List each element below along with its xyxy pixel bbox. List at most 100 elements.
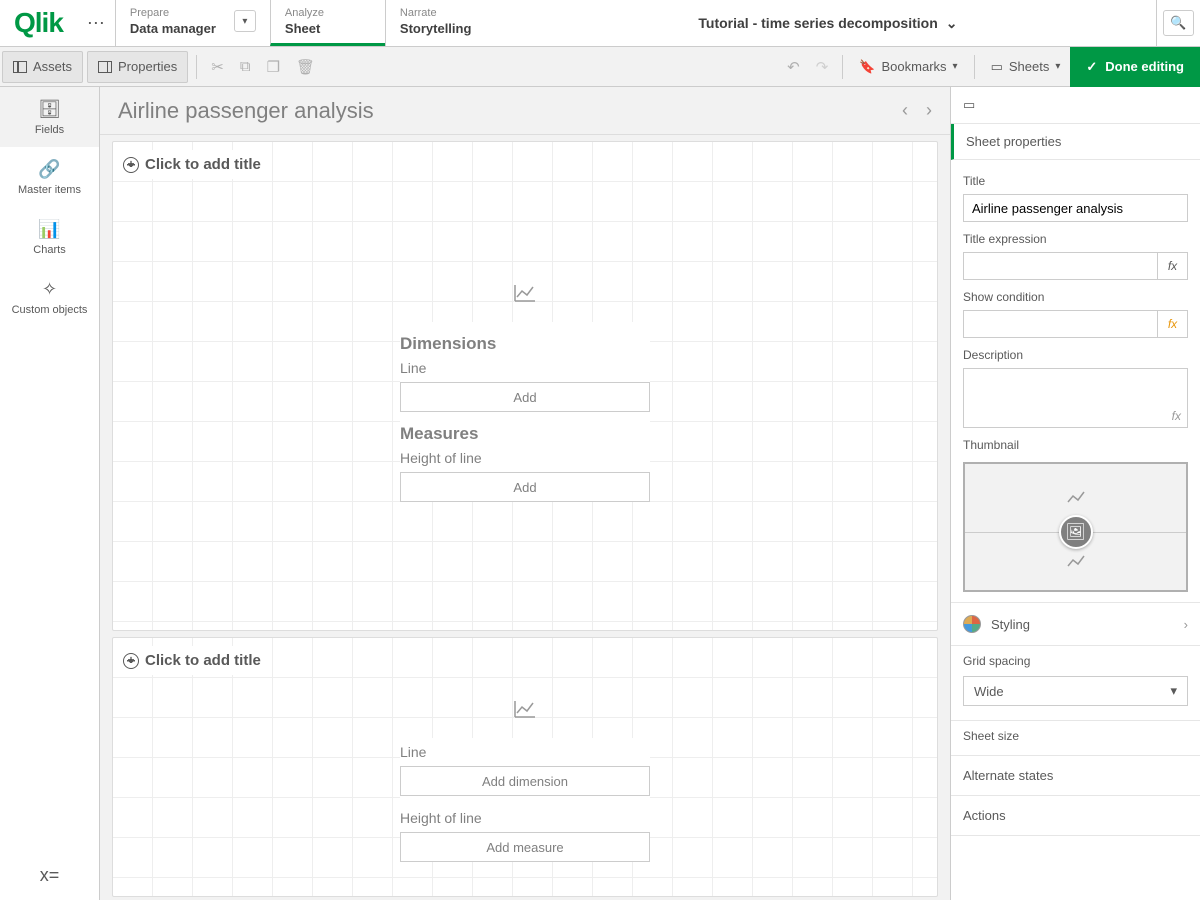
tab-narrate[interactable]: Narrate Storytelling bbox=[385, 0, 500, 46]
bookmarks-button[interactable]: 🔖 Bookmarks ▾ bbox=[849, 48, 967, 86]
title-expression-label: Title expression bbox=[963, 232, 1188, 246]
title-input[interactable] bbox=[963, 194, 1188, 222]
add-dimension-button-1[interactable]: Add bbox=[400, 382, 650, 412]
bookmark-icon: 🔖 bbox=[859, 59, 875, 75]
tab-narrate-big: Storytelling bbox=[400, 21, 472, 36]
variables-icon[interactable]: x= bbox=[0, 865, 99, 900]
tab-analyze-big: Sheet bbox=[285, 21, 324, 36]
bookmarks-label: Bookmarks bbox=[882, 59, 947, 74]
sidebar-item-charts[interactable]: 📊 Charts bbox=[0, 207, 99, 267]
styling-label: Styling bbox=[991, 617, 1030, 632]
sheet-size-label: Sheet size bbox=[951, 721, 1200, 745]
sidebar-item-master[interactable]: 🔗 Master items bbox=[0, 147, 99, 207]
title-expression-input[interactable] bbox=[963, 252, 1158, 280]
separator bbox=[974, 55, 975, 79]
dimensions-heading: Dimensions bbox=[400, 334, 650, 354]
actions-accordion[interactable]: Actions bbox=[951, 796, 1200, 836]
separator bbox=[196, 55, 197, 79]
copy-icon[interactable]: ⧉ bbox=[232, 58, 259, 75]
panel-right-icon bbox=[98, 61, 112, 73]
tab-analyze-small: Analyze bbox=[285, 7, 324, 19]
palette-icon bbox=[963, 615, 981, 633]
sheet-properties-header: Sheet properties bbox=[951, 124, 1200, 160]
panel-left-icon bbox=[13, 61, 27, 73]
sheets-button[interactable]: ▭Sheets▾ bbox=[981, 48, 1071, 86]
app-title-chevron-icon: ⌄ bbox=[946, 15, 958, 32]
done-editing-button[interactable]: Done editing bbox=[1070, 47, 1200, 87]
sheet-icon: ▭ bbox=[991, 59, 1003, 75]
add-title-label-2: Click to add title bbox=[145, 652, 261, 669]
fx-button[interactable]: fx bbox=[1158, 310, 1188, 338]
tab-prepare[interactable]: Prepare Data manager ▾ bbox=[115, 0, 270, 46]
add-title-1[interactable]: Click to add title bbox=[113, 150, 271, 179]
fields-label: Fields bbox=[35, 124, 64, 136]
app-title-text: Tutorial - time series decomposition bbox=[698, 15, 937, 31]
line-chart-icon bbox=[1064, 552, 1088, 572]
prev-sheet-icon[interactable]: ‹ bbox=[902, 100, 908, 121]
add-title-label: Click to add title bbox=[145, 156, 261, 173]
more-menu-icon[interactable]: ⋯ bbox=[77, 0, 115, 46]
grid-spacing-value: Wide bbox=[974, 684, 1004, 699]
bar-chart-icon: 📊 bbox=[0, 219, 99, 240]
sheet-icon: ▭ bbox=[951, 87, 1200, 124]
add-measure-button-1[interactable]: Add bbox=[400, 472, 650, 502]
next-sheet-icon[interactable]: › bbox=[926, 100, 932, 121]
database-icon: 🗄 bbox=[0, 99, 99, 120]
description-label: Description bbox=[963, 348, 1188, 362]
alternate-states-accordion[interactable]: Alternate states bbox=[951, 756, 1200, 796]
prepare-dropdown-icon[interactable]: ▾ bbox=[234, 10, 256, 32]
separator bbox=[842, 55, 843, 79]
grid-spacing-select[interactable]: Wide ▾ bbox=[963, 676, 1188, 706]
assets-label: Assets bbox=[33, 59, 72, 74]
assets-button[interactable]: Assets bbox=[2, 51, 83, 83]
grid-spacing-label: Grid spacing bbox=[951, 646, 1200, 670]
fx-icon[interactable]: fx bbox=[1172, 409, 1181, 423]
tab-prepare-big: Data manager bbox=[130, 21, 216, 36]
link-icon: 🔗 bbox=[0, 159, 99, 180]
show-condition-input[interactable] bbox=[963, 310, 1158, 338]
sidebar-item-fields[interactable]: 🗄 Fields bbox=[0, 87, 99, 147]
chevron-down-icon: ▾ bbox=[953, 61, 958, 72]
change-thumbnail-button[interactable]: 🖼 bbox=[1059, 515, 1093, 549]
line-chart-icon bbox=[513, 695, 537, 726]
dimension-label-2: Line bbox=[400, 744, 650, 760]
undo-icon[interactable]: ↶ bbox=[779, 58, 808, 76]
actions-label: Actions bbox=[963, 808, 1006, 823]
properties-label: Properties bbox=[118, 59, 177, 74]
custom-label: Custom objects bbox=[12, 304, 88, 316]
alt-states-label: Alternate states bbox=[963, 768, 1053, 783]
dimension-label: Line bbox=[400, 360, 650, 376]
measure-label-2: Height of line bbox=[400, 810, 650, 826]
delete-icon[interactable]: 🗑 bbox=[288, 58, 323, 76]
styling-accordion[interactable]: Styling › bbox=[951, 603, 1200, 646]
chart-object-2[interactable]: Click to add title Line Add dimension He… bbox=[112, 637, 938, 897]
add-dimension-button-2[interactable]: Add dimension bbox=[400, 766, 650, 796]
redo-icon[interactable]: ↷ bbox=[808, 58, 837, 76]
add-measure-button-2[interactable]: Add measure bbox=[400, 832, 650, 862]
global-search-button[interactable]: 🔍 bbox=[1156, 0, 1200, 46]
tab-prepare-small: Prepare bbox=[130, 7, 216, 19]
sidebar-item-custom[interactable]: ✧ Custom objects bbox=[0, 267, 99, 327]
description-input[interactable]: fx bbox=[963, 368, 1188, 428]
title-label: Title bbox=[963, 174, 1188, 188]
master-label: Master items bbox=[18, 184, 81, 196]
puzzle-icon: ✧ bbox=[0, 279, 99, 300]
show-condition-label: Show condition bbox=[963, 290, 1188, 304]
tab-analyze[interactable]: Analyze Sheet bbox=[270, 0, 385, 46]
add-title-2[interactable]: Click to add title bbox=[113, 646, 271, 675]
thumbnail-label: Thumbnail bbox=[963, 438, 1188, 452]
paste-icon[interactable]: ❐ bbox=[259, 58, 288, 76]
tab-narrate-small: Narrate bbox=[400, 7, 472, 19]
app-title[interactable]: Tutorial - time series decomposition ⌄ bbox=[500, 0, 1156, 46]
properties-button[interactable]: Properties bbox=[87, 51, 188, 83]
charts-label: Charts bbox=[33, 244, 65, 256]
chart-object-1[interactable]: Click to add title Dimensions Line Add M… bbox=[112, 141, 938, 631]
chevron-down-icon: ▾ bbox=[1170, 683, 1177, 699]
chevron-right-icon: › bbox=[1184, 617, 1188, 632]
fx-button[interactable]: fx bbox=[1158, 252, 1188, 280]
measures-heading: Measures bbox=[400, 424, 650, 444]
line-chart-icon bbox=[513, 279, 537, 310]
sheet-title: Airline passenger analysis bbox=[118, 98, 374, 124]
cut-icon[interactable]: ✂ bbox=[203, 58, 232, 76]
sheets-label: Sheets bbox=[1009, 59, 1049, 74]
